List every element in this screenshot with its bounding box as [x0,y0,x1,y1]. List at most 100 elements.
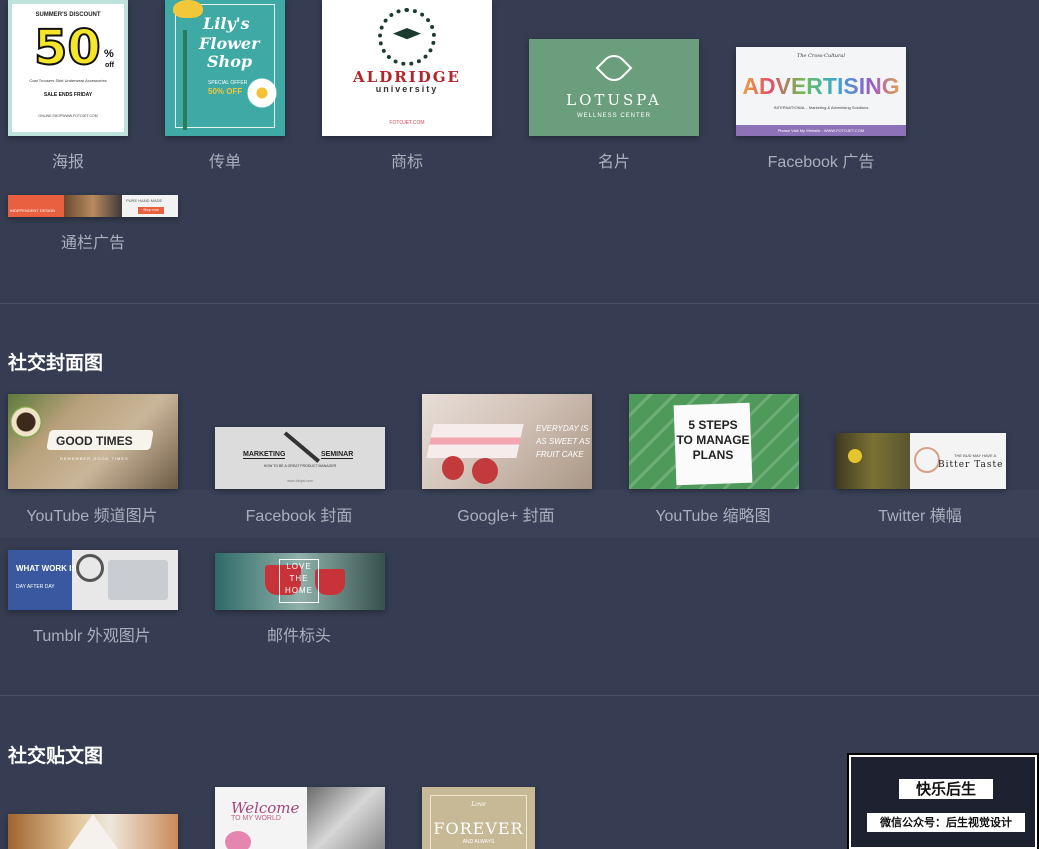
tile-label-flyer: 传单 [208,154,241,171]
twitter-banner-thumbnail[interactable]: THE BUD MAY HAVE A Bitter Taste [836,433,1006,489]
post-big: FOREVER [433,819,524,838]
tile-label-facebook-cover: Facebook 封面 [245,508,353,525]
tile-label-tumblr-theme: Tumblr 外观图片 [33,628,151,645]
poster-big-number: 50 [33,20,102,76]
poster-off: off [105,62,114,69]
tile-label-email-header: 邮件标头 [266,628,331,645]
tile-social-post-2[interactable]: Welcome TO MY WORLD [215,787,385,849]
social-post-3-thumbnail[interactable]: Love FOREVER AND ALWAYS [422,787,535,849]
ad-bar: Please Visit My Website : WWW.FOTOJET.CO… [736,125,906,136]
tile-label-poster: 海报 [51,154,84,171]
tile-label-banner-ad: 通栏广告 [60,235,125,252]
cover-text: GOOD TIMES [56,434,133,448]
poster-percent: % [104,48,114,60]
flower-icon [173,0,203,18]
divider-2 [0,695,1039,696]
lotus-icon [595,49,633,87]
section-title-social-cover: 社交封面图 [8,352,104,374]
logo-url: FOTOJET.COM [389,120,425,126]
tile-twitter-banner[interactable]: THE BUD MAY HAVE A Bitter Taste Twitter … [836,394,1006,525]
post-small: Love [471,801,486,808]
tile-email-header[interactable]: LOVE THE HOME 邮件标头 [215,553,385,653]
tile-banner-ad[interactable]: INDEPENDENT DESIGN PURE HAND MADE Shop n… [8,195,178,255]
banner-photo [64,195,122,217]
tumblr-line-1: WHAT WORK IS [16,564,77,573]
email-line-2: THE [289,574,309,583]
banner-ad-thumbnail[interactable]: INDEPENDENT DESIGN PURE HAND MADE Shop n… [8,195,178,217]
flyer-title-2: Flower [199,34,260,53]
bud-icon [914,447,940,473]
tile-tumblr-theme[interactable]: WHAT WORK IS DAY AFTER DAY Tumblr 外观图片 [8,550,178,650]
tile-label-logo: 商标 [390,154,423,171]
tile-social-post-1[interactable] [8,814,178,849]
red-cup-icon [315,569,345,595]
banner-left-text: INDEPENDENT DESIGN [10,208,56,213]
tile-label-google-plus-cover: Google+ 封面 [457,508,555,525]
tile-business-card[interactable]: LOTUSPA WELLNESS CENTER 名片 [529,0,699,171]
note-line-1: 5 STEPS [688,418,738,432]
flyer-title-3: Shop [207,52,253,71]
post-photo [307,787,385,849]
tile-label-business-card: 名片 [597,154,630,171]
cake-shape [426,424,524,458]
cover-left: MARKETING [243,451,286,459]
yellow-flower-icon [848,449,862,463]
tile-poster[interactable]: SUMMER'S DISCOUNT 50 % off Coat Trousers… [8,0,178,171]
watermark-title: 快乐后生 [899,779,993,799]
tile-facebook-cover[interactable]: MARKETING SEMINAR HOW TO BE A GREAT PROD… [215,394,385,525]
flyer-title-1: Lily's [203,14,250,33]
flyer-offer-2: 50% OFF [208,87,243,96]
cover-right: SEMINAR [321,451,354,459]
logo-sub: university [375,84,439,94]
coffee-cup-icon [10,406,42,438]
tumblr-theme-thumbnail[interactable]: WHAT WORK IS DAY AFTER DAY [8,550,178,610]
youtube-channel-art-thumbnail[interactable]: GOOD TIMES REMEMBER GOOD TIMES [8,394,178,489]
tile-label-twitter-banner: Twitter 横幅 [878,508,962,525]
pink-flower-icon [225,831,251,849]
ad-top: The Cross-Cultural [797,53,845,59]
poster-sale: SALE ENDS FRIDAY [43,92,93,98]
email-header-thumbnail[interactable]: LOVE THE HOME [215,553,385,610]
business-card-thumbnail[interactable]: LOTUSPA WELLNESS CENTER [529,39,699,136]
social-post-2-thumbnail[interactable]: Welcome TO MY WORLD [215,787,385,849]
cover-url: www.fotojet.com [287,479,313,483]
facebook-ad-thumbnail[interactable]: The Cross-Cultural ADVERTISING INTERNATI… [736,47,906,136]
flower-photo [836,433,910,489]
tile-youtube-thumbnail[interactable]: 5 STEPS TO MANAGE PLANS YouTube 缩略图 [629,394,799,525]
section-title-social-post: 社交贴文图 [8,745,104,767]
strawberry-icon [442,456,464,480]
cover-line-3: FRUIT CAKE [536,450,584,459]
note-line-3: PLANS [692,448,734,462]
tile-social-post-3[interactable]: Love FOREVER AND ALWAYS [422,787,535,849]
poster-thumbnail[interactable]: SUMMER'S DISCOUNT 50 % off Coat Trousers… [8,0,128,136]
card-name: LOTUSPA [566,91,662,109]
logo-thumbnail[interactable]: ALDRIDGE university FOTOJET.COM [322,0,492,136]
google-plus-cover-thumbnail[interactable]: EVERYDAY IS AS SWEET AS FRUIT CAKE [422,394,592,489]
shoes-photo [68,814,118,849]
banner-right-text: PURE HAND MADE [126,198,163,203]
tile-logo[interactable]: ALDRIDGE university FOTOJET.COM 商标 [322,0,492,171]
pen-icon [283,431,320,463]
card-sub: WELLNESS CENTER [576,113,651,119]
banner-button: Shop now [138,207,164,214]
tile-youtube-channel-art[interactable]: GOOD TIMES REMEMBER GOOD TIMES YouTube 频… [8,394,178,525]
cover-line-2: AS SWEET AS [536,437,590,446]
blue-panel [8,550,72,610]
tile-flyer[interactable]: Lily's Flower Shop SPECIAL OFFER 50% OFF… [165,0,335,171]
ad-word: ADVERTISING [736,73,906,100]
tile-facebook-ad[interactable]: The Cross-Cultural ADVERTISING INTERNATI… [736,0,906,171]
tile-label-youtube-thumbnail: YouTube 缩略图 [655,508,771,525]
social-post-1-thumbnail[interactable] [8,814,178,849]
poster-items: Coat Trousers Skirt Underwear Accessorie… [29,78,107,83]
cover-line-1: EVERYDAY IS [536,424,589,433]
headphones-icon [76,554,104,582]
flyer-thumbnail[interactable]: Lily's Flower Shop SPECIAL OFFER 50% OFF [165,0,285,136]
youtube-thumbnail-thumbnail[interactable]: 5 STEPS TO MANAGE PLANS [629,394,799,489]
flyer-offer-1: SPECIAL OFFER [208,80,248,86]
post-sub: AND ALWAYS [462,839,495,845]
tile-google-plus-cover[interactable]: EVERYDAY IS AS SWEET AS FRUIT CAKE Googl… [422,394,592,525]
poster-url: ONLINE.SHOPWWW.FOTOJET.COM [38,114,98,118]
facebook-cover-thumbnail[interactable]: MARKETING SEMINAR HOW TO BE A GREAT PROD… [215,427,385,489]
laptop-icon [108,560,168,600]
tile-label-youtube-channel-art: YouTube 频道图片 [26,508,158,525]
